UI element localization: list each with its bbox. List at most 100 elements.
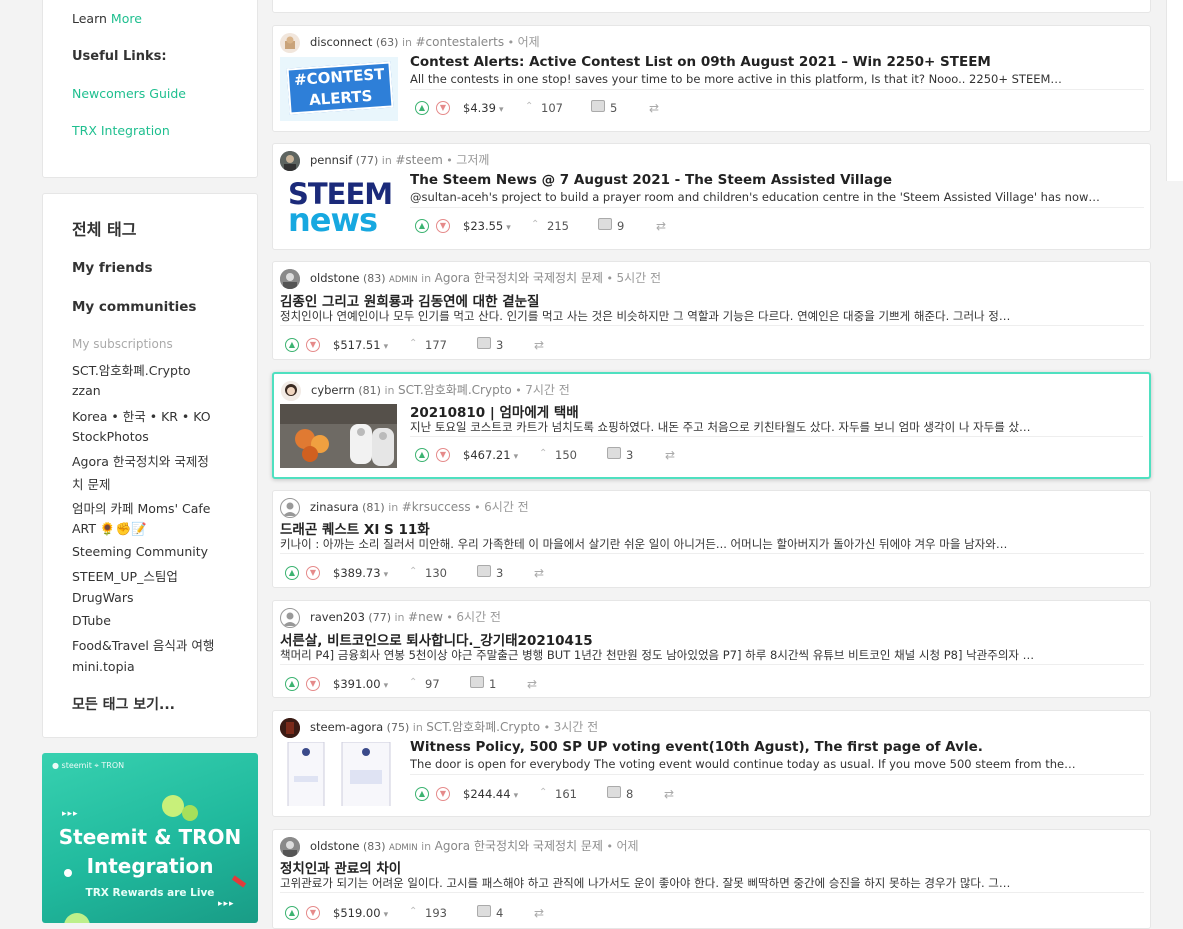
comment-count[interactable]: 8 (626, 787, 633, 801)
upvote-icon[interactable]: ▲ (285, 566, 299, 580)
steemit-tron-banner[interactable]: ● steemit ⌖ TRON ▸▸▸ Steemit & TRON Inte… (42, 753, 258, 923)
post-thumbnail[interactable] (280, 404, 397, 468)
comment-count[interactable]: 3 (496, 338, 503, 352)
post-thumbnail[interactable] (280, 742, 398, 806)
downvote-icon[interactable]: ▼ (436, 101, 450, 115)
community-link[interactable]: #new (408, 610, 443, 624)
avatar[interactable] (280, 269, 300, 289)
view-all-tags-link[interactable]: 모든 태그 보기... (72, 694, 175, 714)
post-title[interactable]: Contest Alerts: Active Contest List on 0… (410, 54, 991, 70)
payout-value[interactable]: $391.00 ▾ (333, 677, 388, 691)
subscription-item-cont[interactable]: 치 문제 (72, 474, 110, 493)
post-thumbnail[interactable]: #CONTEST ALERTS (280, 57, 398, 121)
community-link[interactable]: Agora 한국정치와 국제정치 문제 (435, 271, 603, 285)
resteem-icon[interactable]: ⇄ (664, 787, 674, 801)
resteem-icon[interactable]: ⇄ (534, 566, 544, 580)
post-time[interactable]: 6시간 전 (484, 500, 529, 514)
comment-count[interactable]: 3 (496, 566, 503, 580)
post-card[interactable]: oldstone (83) ADMIN in Agora 한국정치와 국제정치 … (272, 261, 1151, 360)
avatar[interactable] (280, 837, 300, 857)
post-time[interactable]: 어제 (518, 35, 540, 49)
subscription-item[interactable]: 엄마의 카페 Moms' Cafe (72, 498, 210, 517)
payout-value[interactable]: $467.21 ▾ (463, 448, 518, 462)
comment-count[interactable]: 4 (496, 906, 503, 920)
post-thumbnail[interactable]: STEEM news (280, 175, 398, 239)
subscription-item[interactable]: Food&Travel 음식과 여행 (72, 635, 214, 654)
subscription-item[interactable]: StockPhotos (72, 429, 149, 444)
post-summary[interactable]: 정치인이나 연예인이나 모두 인기를 먹고 산다. 인기를 먹고 사는 것은 비… (280, 308, 1142, 324)
newcomers-guide-link[interactable]: Newcomers Guide (72, 86, 186, 101)
resteem-icon[interactable]: ⇄ (527, 677, 537, 691)
vote-count[interactable]: 130 (425, 566, 447, 580)
resteem-icon[interactable]: ⇄ (534, 906, 544, 920)
post-card[interactable]: pennsif (77) in #steem • 그저께 STEEM news … (272, 143, 1151, 250)
comment-icon[interactable] (477, 565, 491, 577)
comment-icon[interactable] (598, 218, 612, 230)
post-card[interactable]: steem-agora (75) in SCT.암호화폐.Crypto • 3시… (272, 710, 1151, 817)
post-title[interactable]: The Steem News @ 7 August 2021 - The Ste… (410, 172, 892, 188)
post-summary[interactable]: The door is open for everybody The votin… (410, 757, 1110, 771)
comment-count[interactable]: 3 (626, 448, 633, 462)
post-title[interactable]: 정치인과 관료의 차이 (280, 857, 401, 877)
my-friends-link[interactable]: My friends (72, 260, 153, 276)
author-link[interactable]: oldstone (310, 271, 359, 285)
resteem-icon[interactable]: ⇄ (649, 101, 659, 115)
author-link[interactable]: oldstone (310, 839, 359, 853)
vote-count[interactable]: 215 (547, 219, 569, 233)
vote-count[interactable]: 150 (555, 448, 577, 462)
community-link[interactable]: SCT.암호화폐.Crypto (398, 383, 512, 397)
community-link[interactable]: SCT.암호화폐.Crypto (426, 720, 540, 734)
post-card-selected[interactable]: cyberrn (81) in SCT.암호화폐.Crypto • 7시간 전 … (272, 372, 1151, 479)
post-time[interactable]: 7시간 전 (525, 383, 570, 397)
payout-value[interactable]: $519.00 ▾ (333, 906, 388, 920)
author-link[interactable]: pennsif (310, 153, 352, 167)
author-link[interactable]: raven203 (310, 610, 365, 624)
post-time[interactable]: 어제 (616, 839, 638, 853)
trx-integration-link[interactable]: TRX Integration (72, 123, 170, 138)
post-time[interactable]: 3시간 전 (554, 720, 599, 734)
post-summary[interactable]: 지난 토요일 코스트코 카트가 넘치도록 쇼핑하였다. 내돈 주고 처음으로 키… (410, 419, 1144, 435)
vote-count[interactable]: 193 (425, 906, 447, 920)
comment-icon[interactable] (477, 337, 491, 349)
subscription-item[interactable]: mini.topia (72, 659, 135, 674)
comment-count[interactable]: 5 (610, 101, 617, 115)
payout-value[interactable]: $244.44 ▾ (463, 787, 518, 801)
vote-count[interactable]: 97 (425, 677, 440, 691)
vote-count[interactable]: 177 (425, 338, 447, 352)
comment-count[interactable]: 9 (617, 219, 624, 233)
payout-value[interactable]: $4.39 ▾ (463, 101, 503, 115)
upvote-icon[interactable]: ▲ (285, 906, 299, 920)
avatar[interactable] (281, 381, 301, 401)
downvote-icon[interactable]: ▼ (306, 677, 320, 691)
payout-value[interactable]: $389.73 ▾ (333, 566, 388, 580)
community-link[interactable]: Agora 한국정치와 국제정치 문제 (435, 839, 603, 853)
all-tags-title[interactable]: 전체 태그 (72, 216, 136, 240)
comment-icon[interactable] (470, 676, 484, 688)
upvote-icon[interactable]: ▲ (415, 101, 429, 115)
downvote-icon[interactable]: ▼ (306, 338, 320, 352)
subscription-item[interactable]: DrugWars (72, 590, 134, 605)
avatar[interactable] (280, 151, 300, 171)
downvote-icon[interactable]: ▼ (306, 566, 320, 580)
upvote-icon[interactable]: ▲ (415, 448, 429, 462)
post-time[interactable]: 6시간 전 (456, 610, 501, 624)
upvote-icon[interactable]: ▲ (415, 787, 429, 801)
comment-icon[interactable] (591, 100, 605, 112)
post-summary[interactable]: 키나이 : 아까는 소리 질러서 미안해. 우리 가족한테 이 마을에서 살기란… (280, 536, 1142, 552)
post-card[interactable]: zinasura (81) in #krsuccess • 6시간 전 드래곤 … (272, 490, 1151, 588)
post-card[interactable]: oldstone (83) ADMIN in Agora 한국정치와 국제정치 … (272, 829, 1151, 929)
payout-value[interactable]: $23.55 ▾ (463, 219, 511, 233)
downvote-icon[interactable]: ▼ (306, 906, 320, 920)
resteem-icon[interactable]: ⇄ (534, 338, 544, 352)
post-title[interactable]: 김종인 그리고 원희룡과 김동연에 대한 곁눈질 (280, 290, 539, 310)
post-title[interactable]: 서른살, 비트코인으로 퇴사합니다._강기태20210415 (280, 629, 593, 649)
post-time[interactable]: 그저께 (456, 153, 489, 167)
post-title[interactable]: 드래곤 퀘스트 XI S 11화 (280, 518, 430, 538)
payout-value[interactable]: $517.51 ▾ (333, 338, 388, 352)
resteem-icon[interactable]: ⇄ (665, 448, 675, 462)
upvote-icon[interactable]: ▲ (415, 219, 429, 233)
post-summary[interactable]: @sultan-aceh's project to build a prayer… (410, 190, 1110, 204)
vote-count[interactable]: 107 (541, 101, 563, 115)
subscription-item[interactable]: Korea • 한국 • KR • KO (72, 406, 211, 425)
author-link[interactable]: cyberrn (311, 383, 355, 397)
